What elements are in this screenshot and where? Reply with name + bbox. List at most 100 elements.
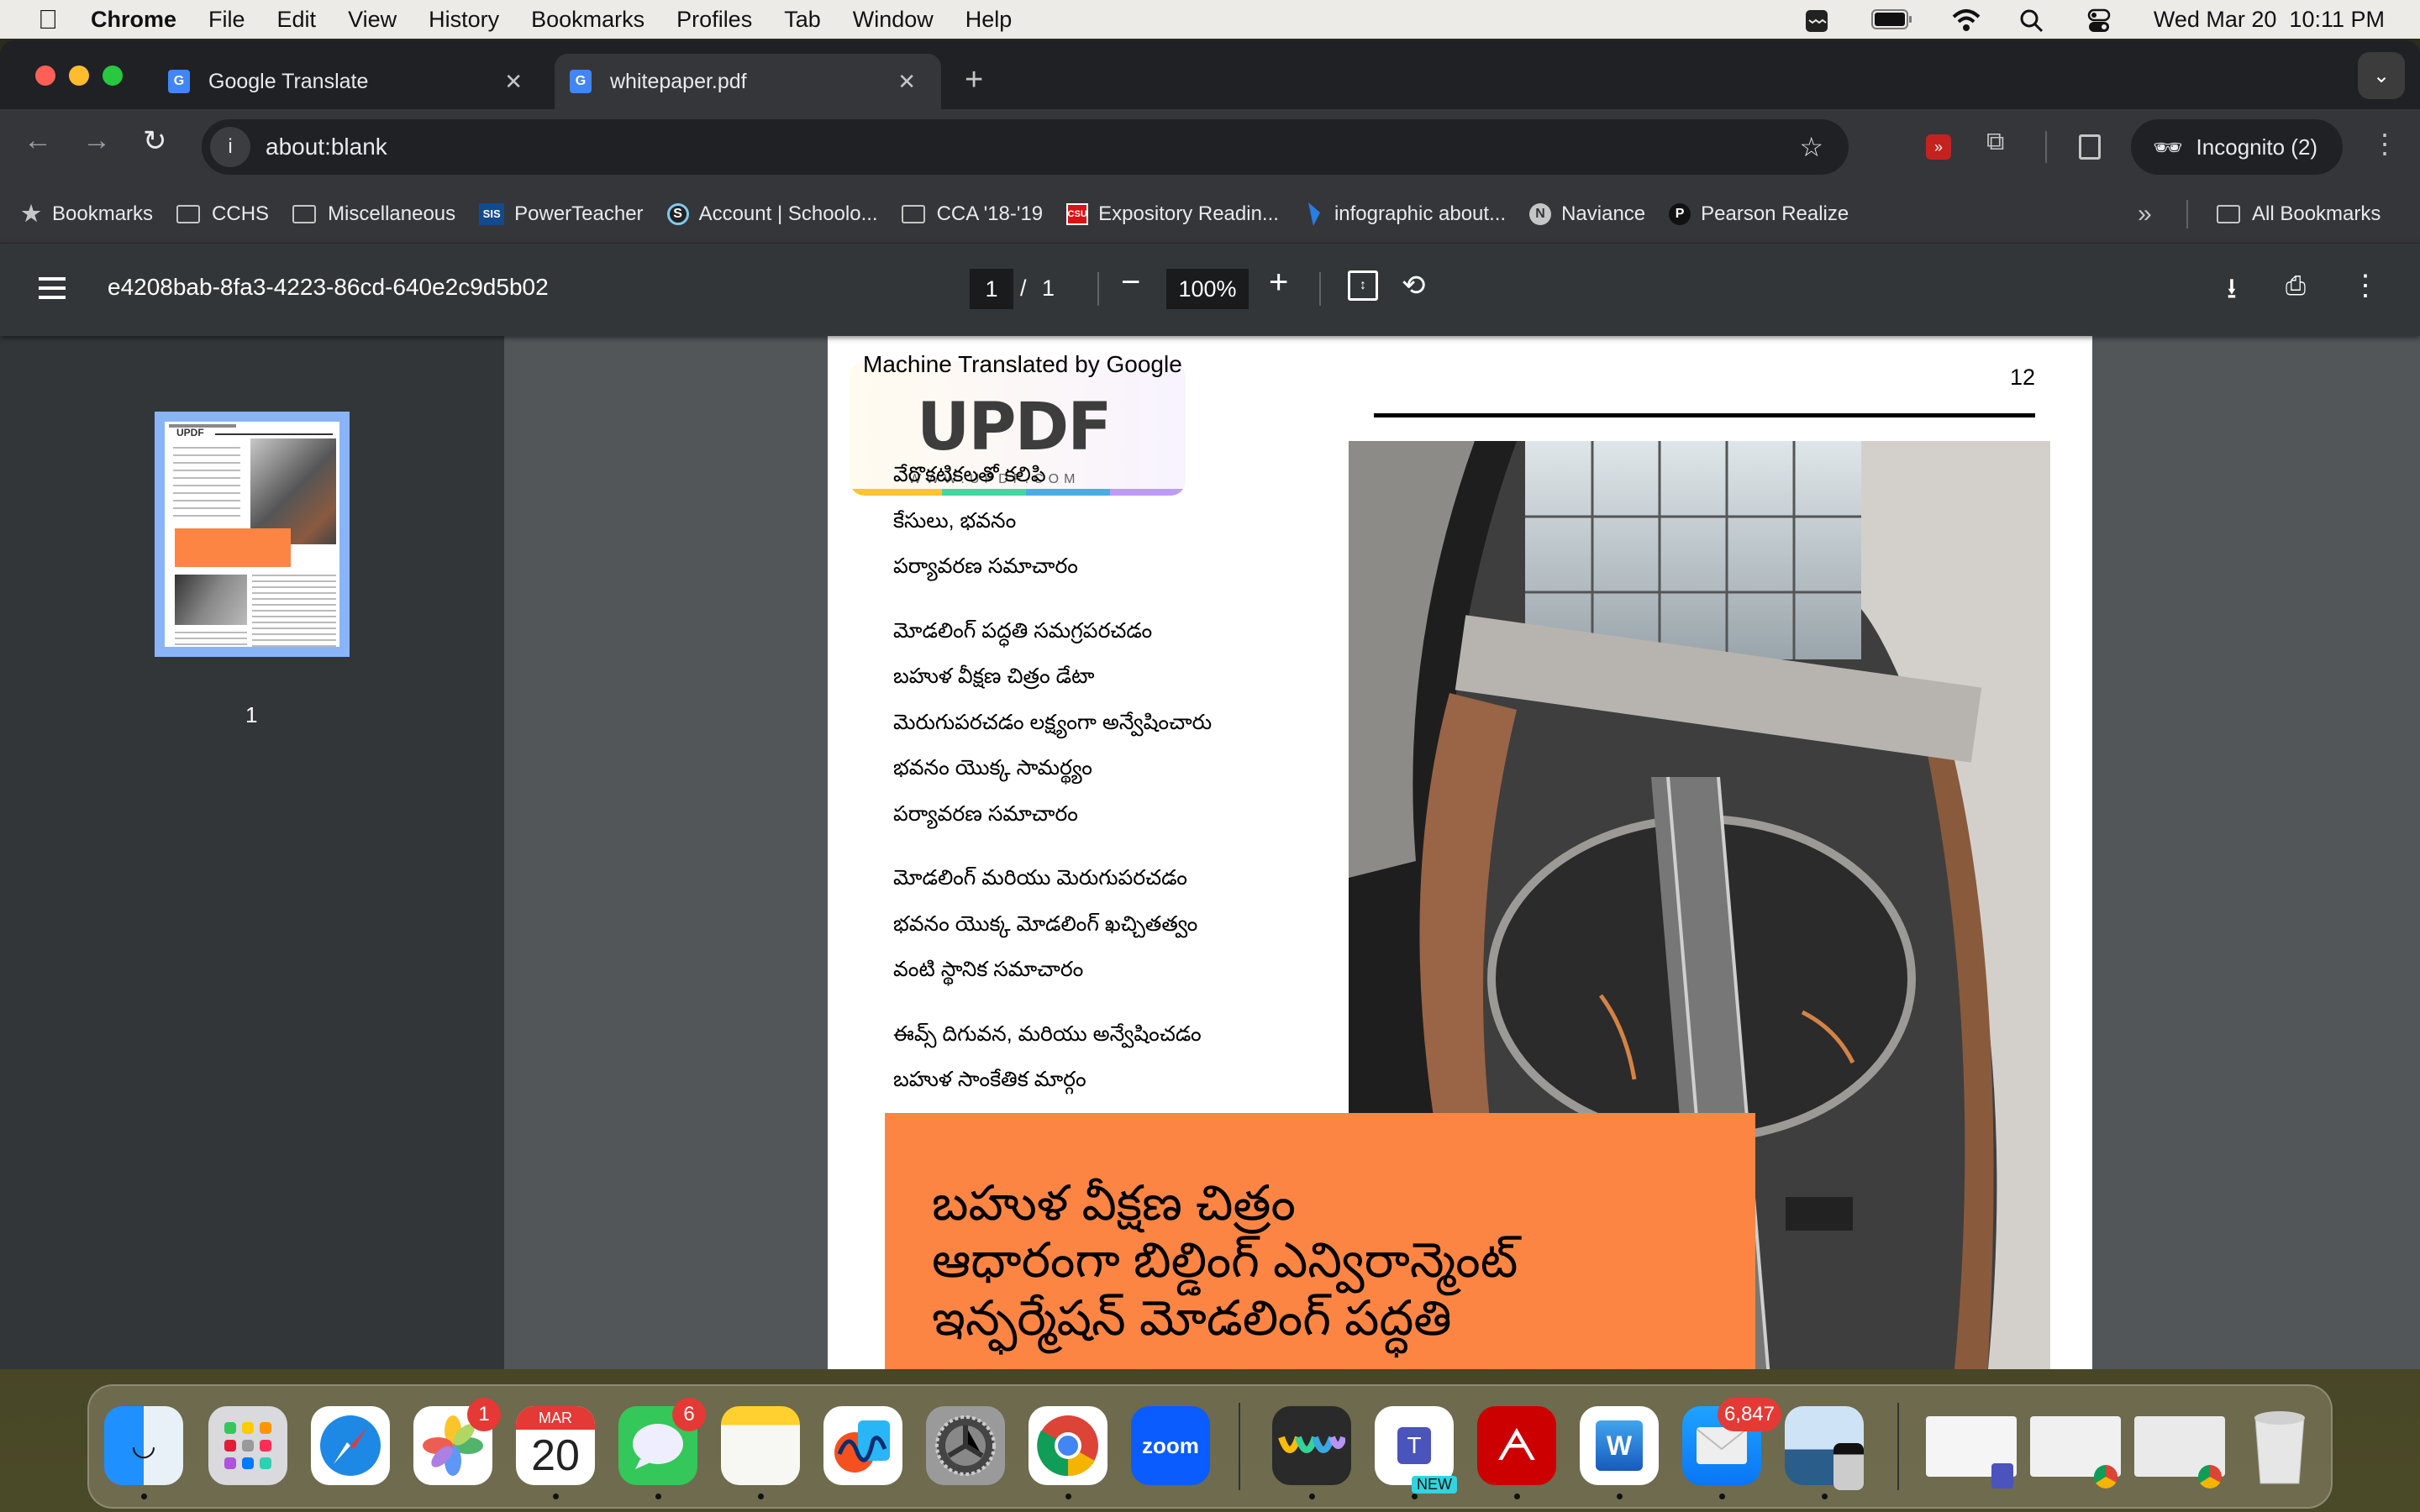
dock-wavebox[interactable]: [1272, 1406, 1351, 1485]
bookmark-folder-cca[interactable]: CCA '18-'19: [901, 202, 1043, 226]
dock-finder[interactable]: ◡: [104, 1406, 183, 1485]
bookmark-bookmarks[interactable]: ★ Bookmarks: [20, 201, 153, 226]
chrome-menu-kebab-icon[interactable]: ⋮: [2371, 128, 2398, 160]
wifi-icon[interactable]: [1952, 8, 1981, 31]
new-tab-button[interactable]: +: [965, 64, 983, 96]
close-window-button[interactable]: [35, 66, 55, 86]
minimize-window-button[interactable]: [69, 66, 89, 86]
tab-whitepaper-pdf[interactable]: G whitepaper.pdf ✕: [555, 54, 941, 109]
menu-edit[interactable]: Edit: [277, 7, 317, 33]
extensions-puzzle-icon[interactable]: ⧉: [1986, 128, 2004, 156]
maximize-window-button[interactable]: [103, 66, 123, 86]
schoology-icon: S: [666, 202, 689, 225]
dock-freeform[interactable]: [823, 1406, 902, 1485]
dock-messages[interactable]: 6: [618, 1398, 706, 1485]
dock-microsoft-teams[interactable]: T NEW: [1375, 1406, 1457, 1494]
bookmark-folder-miscellaneous[interactable]: Miscellaneous: [292, 202, 455, 226]
running-indicator: [1719, 1494, 1725, 1499]
zoom-out-minus-icon[interactable]: −: [1121, 264, 1140, 302]
dock-calendar[interactable]: MAR 20: [516, 1406, 595, 1485]
menu-help[interactable]: Help: [965, 7, 1013, 33]
more-actions-kebab-icon[interactable]: ⋮: [2351, 269, 2380, 302]
running-indicator: [1309, 1494, 1315, 1499]
menu-history[interactable]: History: [429, 7, 499, 33]
menu-window[interactable]: Window: [853, 7, 934, 33]
battery-icon[interactable]: [1870, 8, 1913, 30]
menu-app-name[interactable]: Chrome: [91, 7, 176, 33]
teams-badge-icon: [1991, 1463, 2013, 1488]
bookmarks-overflow-chevron-icon[interactable]: »: [2138, 200, 2152, 228]
bookmark-schoology[interactable]: S Account | Schoolo...: [666, 202, 878, 226]
menu-file[interactable]: File: [208, 7, 245, 33]
tab-search-dropdown-button[interactable]: ⌄: [2358, 52, 2405, 99]
dock-zoom[interactable]: zoom: [1131, 1406, 1210, 1485]
menu-profiles[interactable]: Profiles: [676, 7, 752, 33]
pearson-icon: P: [1669, 202, 1691, 225]
dock-launchpad[interactable]: [208, 1406, 287, 1485]
dock-minimized-chrome-window[interactable]: [2030, 1416, 2121, 1488]
fit-to-page-icon[interactable]: ↕: [1348, 270, 1378, 301]
site-info-icon[interactable]: i: [210, 127, 250, 167]
extension-red-icon[interactable]: »: [1926, 134, 1951, 160]
safari-compass-icon: [320, 1415, 381, 1476]
dock-google-chrome[interactable]: [1028, 1406, 1107, 1485]
back-button[interactable]: ←: [24, 124, 52, 157]
dock-minimized-teams-window[interactable]: [1926, 1416, 2017, 1488]
bookmark-star-icon[interactable]: ☆: [1799, 131, 1823, 163]
spotlight-search-icon[interactable]: [2019, 8, 2048, 33]
menu-tab[interactable]: Tab: [784, 7, 821, 33]
bookmark-folder-cchs[interactable]: CCHS: [176, 202, 269, 226]
download-icon[interactable]: ⭳: [2227, 269, 2237, 317]
close-tab-icon[interactable]: ✕: [504, 69, 523, 95]
bookmark-expository-reading[interactable]: CSU Expository Readin...: [1066, 202, 1279, 226]
chrome-badge-icon: [2094, 1465, 2118, 1488]
dock-divider: [1239, 1403, 1240, 1490]
page-thumbnail[interactable]: UPDF: [155, 412, 350, 657]
url-input[interactable]: [266, 134, 1694, 160]
launchpad-grid-icon: [224, 1422, 271, 1469]
bookmark-label: PowerTeacher: [514, 202, 644, 225]
zoom-in-plus-icon[interactable]: +: [1269, 264, 1288, 302]
keyboard-brightness-icon[interactable]: [1804, 8, 1833, 32]
running-indicator: [1514, 1494, 1520, 1499]
page-number-input[interactable]: 1: [970, 269, 1013, 309]
zoom-level-input[interactable]: 100%: [1166, 269, 1249, 309]
incognito-profile-button[interactable]: 🕶 Incognito (2): [2131, 119, 2343, 175]
side-panel-icon[interactable]: [2079, 134, 2101, 160]
dock-trash[interactable]: [2240, 1406, 2319, 1485]
body-line: వంటి స్థానిక సమాచారం: [893, 958, 1084, 981]
calendar-day: 20: [531, 1431, 580, 1480]
control-center-icon[interactable]: [2086, 8, 2115, 32]
all-bookmarks-button[interactable]: All Bookmarks: [2217, 202, 2381, 226]
dock-microsoft-word[interactable]: W: [1580, 1406, 1659, 1485]
dock-adobe-acrobat[interactable]: ᗅ: [1477, 1406, 1556, 1485]
print-icon[interactable]: ⎙: [2286, 272, 2306, 301]
pdf-viewer-canvas[interactable]: UPDF WWW.UPDF.COM Machine Translated by …: [504, 336, 2420, 1369]
dock-photos[interactable]: 1: [413, 1398, 501, 1485]
bookmark-infographic[interactable]: infographic about...: [1302, 202, 1506, 226]
thumbnail-page-number: 1: [245, 702, 258, 727]
close-tab-icon[interactable]: ✕: [897, 69, 916, 95]
address-bar[interactable]: i ☆: [202, 119, 1849, 175]
bookmark-powerteacher[interactable]: SIS PowerTeacher: [479, 202, 644, 226]
dock-mail[interactable]: 6,847: [1682, 1398, 1781, 1485]
rotate-counterclockwise-icon[interactable]: ⟲: [1402, 269, 1426, 302]
pdf-thumbnail-sidebar: UPDF 1: [0, 336, 504, 1369]
dock-minimized-chrome-window[interactable]: [2134, 1416, 2225, 1488]
dock-safari[interactable]: [311, 1406, 390, 1485]
bookmark-naviance[interactable]: N Naviance: [1529, 202, 1645, 226]
forward-button[interactable]: →: [82, 124, 111, 157]
sidebar-menu-hamburger-icon[interactable]: [39, 277, 66, 299]
menu-view[interactable]: View: [348, 7, 397, 33]
dock-notes[interactable]: [721, 1406, 800, 1485]
reload-button[interactable]: ↻: [143, 124, 167, 158]
tab-google-translate[interactable]: G Google Translate ✕: [150, 54, 548, 109]
piktochart-icon: [1302, 202, 1324, 226]
menubar-datetime[interactable]: Wed Mar 20 10:11 PM: [2154, 7, 2385, 33]
apple-menu-icon[interactable]: : [35, 4, 60, 34]
body-line: మెరుగుపరచడం లక్ష్యంగా అన్వేషించారు: [893, 710, 1213, 734]
dock-system-settings[interactable]: [926, 1406, 1005, 1485]
menu-bookmarks[interactable]: Bookmarks: [531, 7, 644, 33]
bookmark-pearson-realize[interactable]: P Pearson Realize: [1669, 202, 1849, 226]
dock-preview[interactable]: [1785, 1406, 1864, 1490]
